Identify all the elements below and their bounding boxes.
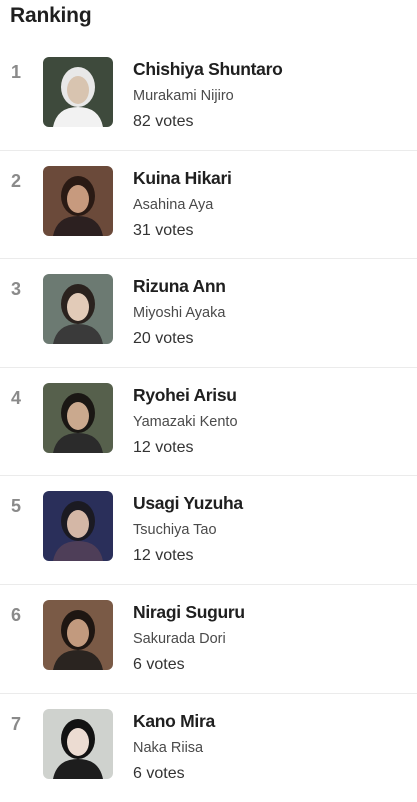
- rank-number: 3: [11, 279, 22, 300]
- vote-count: 82 votes: [133, 113, 194, 130]
- character-name[interactable]: Rizuna Ann: [133, 276, 226, 297]
- rank-number: 4: [11, 387, 22, 408]
- character-name[interactable]: Chishiya Shuntaro: [133, 59, 283, 80]
- actor-name: Murakami Nijiro: [133, 88, 234, 104]
- character-photo[interactable]: [43, 382, 113, 453]
- actor-name: Naka Riisa: [133, 739, 204, 756]
- actor-name: Yamazaki Kento: [133, 413, 238, 430]
- ranking-item[interactable]: 6 Niragi Suguru Sakurada Dori 6 votes: [0, 585, 417, 694]
- actor-name: Miyoshi Ayaka: [133, 305, 226, 322]
- character-photo[interactable]: [43, 708, 113, 779]
- rank-number: 1: [11, 62, 22, 82]
- rank-number: 6: [11, 604, 22, 625]
- actor-name: Asahina Aya: [133, 196, 214, 213]
- character-name[interactable]: Usagi Yuzuha: [133, 493, 243, 514]
- ranking-item[interactable]: 3 Rizuna Ann Miyoshi Ayaka 20 votes: [0, 259, 417, 368]
- page-title: Ranking: [10, 4, 92, 27]
- character-photo[interactable]: [43, 599, 113, 670]
- actor-name: Tsuchiya Tao: [133, 522, 217, 539]
- character-photo[interactable]: [43, 165, 113, 236]
- character-photo[interactable]: [43, 57, 113, 127]
- actor-name: Sakurada Dori: [133, 630, 226, 647]
- character-photo[interactable]: [43, 274, 113, 345]
- vote-count: 31 votes: [133, 221, 194, 239]
- vote-count: 20 votes: [133, 330, 194, 348]
- vote-count: 12 votes: [133, 547, 194, 565]
- character-name[interactable]: Kano Mira: [133, 711, 215, 732]
- ranking-list: 1 Chishiya Shuntaro Murakami Nijiro 82 v…: [0, 42, 417, 802]
- ranking-item[interactable]: 1 Chishiya Shuntaro Murakami Nijiro 82 v…: [0, 42, 417, 151]
- character-name[interactable]: Niragi Suguru: [133, 602, 245, 623]
- ranking-item[interactable]: 7 Kano Mira Naka Riisa 6 votes: [0, 694, 417, 802]
- rank-number: 7: [11, 713, 22, 734]
- character-name[interactable]: Kuina Hikari: [133, 168, 232, 189]
- character-name[interactable]: Ryohei Arisu: [133, 385, 237, 406]
- character-photo[interactable]: [43, 491, 113, 562]
- rank-number: 5: [11, 496, 22, 517]
- vote-count: 6 votes: [133, 764, 185, 782]
- ranking-item[interactable]: 4 Ryohei Arisu Yamazaki Kento 12 votes: [0, 368, 417, 477]
- ranking-item[interactable]: 5 Usagi Yuzuha Tsuchiya Tao 12 votes: [0, 476, 417, 585]
- vote-count: 12 votes: [133, 438, 194, 456]
- vote-count: 6 votes: [133, 655, 185, 673]
- ranking-item[interactable]: 2 Kuina Hikari Asahina Aya 31 votes: [0, 151, 417, 260]
- rank-number: 2: [11, 170, 22, 191]
